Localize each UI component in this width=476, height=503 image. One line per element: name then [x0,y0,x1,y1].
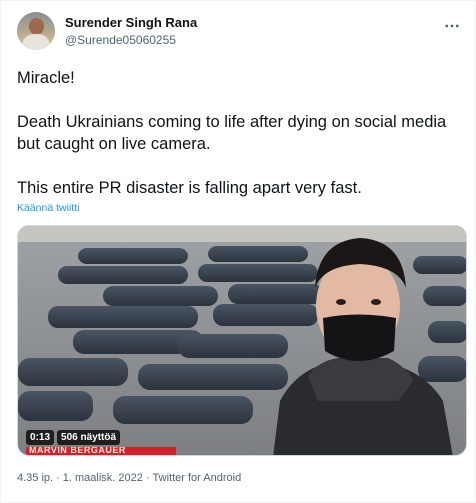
news-chyron: MARVIN BERGAUER [26,447,176,455]
tweet-metadata: 4.35 ip. · 1. maalisk. 2022 · Twitter for An… [17,472,242,484]
tweet-date[interactable]: 1. maalisk. 2022 [63,472,143,484]
tweet-paragraph: Death Ukrainians coming to life after dy… [17,113,447,153]
tweet-source[interactable]: Twitter for Android [153,472,242,484]
video-frame [18,226,466,455]
video-player[interactable]: 0:13 506 näyttöä MARVIN BERGAUER [17,225,467,456]
video-duration: 0:13 [26,430,55,445]
author-display-name[interactable]: Surender Singh Rana [65,15,197,30]
author-handle[interactable]: @Surende05060255 [65,33,176,47]
more-options-icon[interactable] [443,17,461,35]
tweet-time[interactable]: 4.35 ip. [17,472,53,484]
video-view-count: 506 näyttöä [57,430,121,445]
tweet-paragraph: Miracle! [17,69,75,87]
translate-tweet-link[interactable]: Käännä twiitti [17,202,79,214]
tweet-paragraph: This entire PR disaster is falling apart… [17,179,362,197]
tweet-text: Miracle! Death Ukrainians coming to life… [17,67,467,199]
avatar[interactable] [17,12,55,50]
tweet-card: Surender Singh Rana @Surende05060255 Mir… [0,0,476,503]
chyron-text: MARVIN BERGAUER [29,447,126,455]
video-stats: 0:13 506 näyttöä [26,430,121,445]
